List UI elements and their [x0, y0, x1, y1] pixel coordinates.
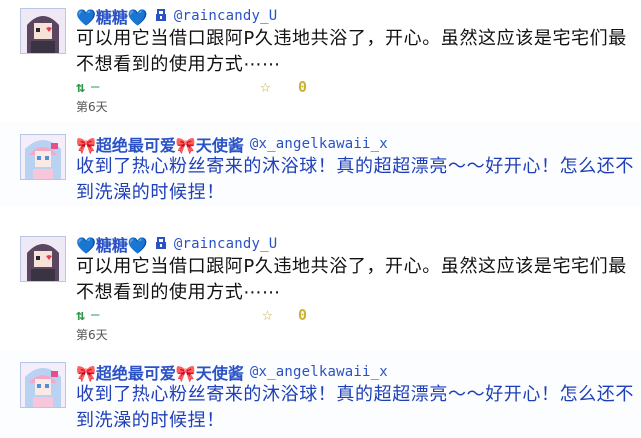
tweet-text: 收到了热心粉丝寄来的沐浴球！真的超超漂亮～～好开心！怎么还不到洗澡的时候捏！ [76, 156, 634, 203]
avatar-angel[interactable] [20, 134, 66, 180]
tweet-text: 可以用它当借口跟阿P久违地共浴了，开心。虽然这应该是宅宅们最不想看到的使用方式⋯… [76, 28, 627, 75]
retweet-icon[interactable]: ⇅ [76, 306, 85, 324]
tweet-card: 💙糖糖💙 @raincandy_U 可以用它当借口跟阿P久违地共浴了，开心。虽然… [0, 228, 641, 348]
tweet-card: 💙糖糖💙 @raincandy_U 可以用它当借口跟阿P久违地共浴了，开心。虽然… [0, 0, 641, 120]
display-name[interactable]: 💙糖糖💙 [76, 4, 148, 28]
favorite-count: 0 [298, 306, 308, 324]
star-icon[interactable]: ☆ [262, 304, 273, 325]
avatar-angel[interactable] [20, 362, 66, 408]
avatar-ame[interactable] [20, 8, 66, 54]
display-name[interactable]: 💙糖糖💙 [76, 232, 148, 256]
tweet-actions: ⇅ — [76, 306, 99, 324]
timestamp: 第6天 [76, 100, 108, 114]
timestamp: 第6天 [76, 328, 108, 342]
lock-icon [154, 7, 168, 26]
star-icon[interactable]: ☆ [260, 76, 271, 97]
tweet-card: 🎀超绝最可爱🎀天使酱 @x_angelkawaii_x 收到了热心粉丝寄来的沐浴… [0, 122, 641, 206]
tweet-card: 🎀超绝最可爱🎀天使酱 @x_angelkawaii_x 收到了热心粉丝寄来的沐浴… [0, 350, 641, 438]
retweet-count: — [91, 307, 100, 323]
lock-icon [154, 235, 168, 254]
retweet-icon[interactable]: ⇅ [76, 78, 85, 96]
user-handle[interactable]: @raincandy_U [174, 236, 278, 252]
display-name[interactable]: 🎀超绝最可爱🎀天使酱 [76, 360, 244, 384]
user-handle[interactable]: @x_angelkawaii_x [250, 364, 388, 380]
display-name[interactable]: 🎀超绝最可爱🎀天使酱 [76, 132, 244, 156]
favorite-count: 0 [298, 78, 308, 96]
user-handle[interactable]: @x_angelkawaii_x [250, 136, 388, 152]
retweet-count: — [91, 79, 100, 95]
tweet-actions: ⇅ — [76, 78, 99, 96]
avatar-ame[interactable] [20, 236, 66, 282]
tweet-text: 可以用它当借口跟阿P久违地共浴了，开心。虽然这应该是宅宅们最不想看到的使用方式⋯… [76, 256, 627, 303]
tweet-text: 收到了热心粉丝寄来的沐浴球！真的超超漂亮～～好开心！怎么还不到洗澡的时候捏！ [76, 384, 634, 431]
user-handle[interactable]: @raincandy_U [174, 8, 278, 24]
